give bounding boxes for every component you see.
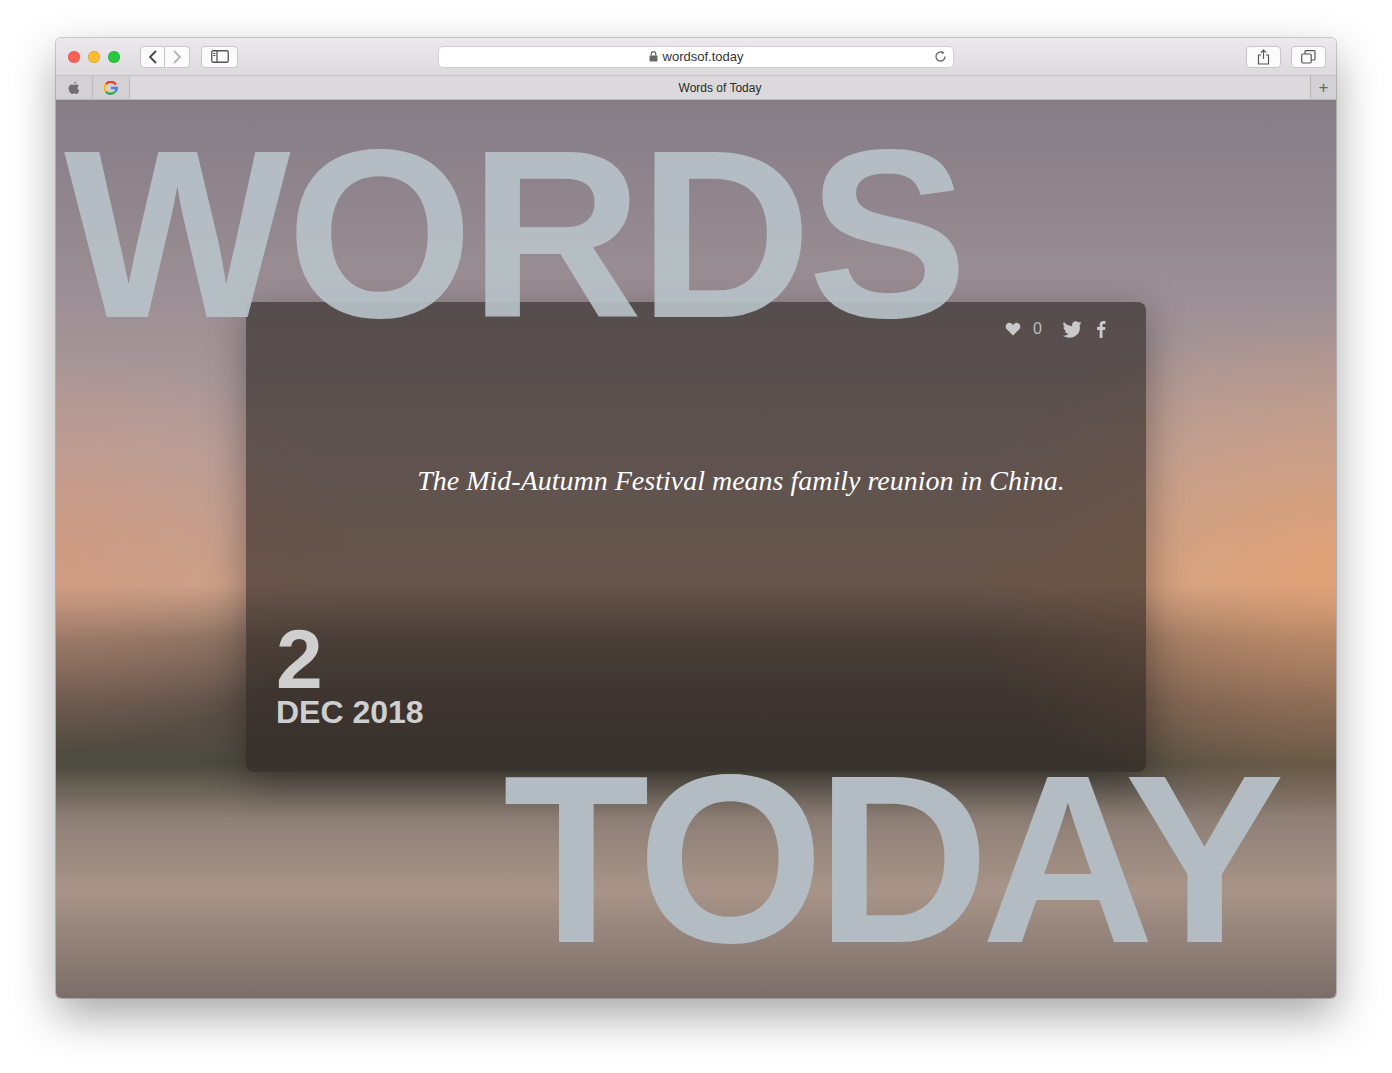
- card-actions: 0: [276, 318, 1106, 340]
- page-content: 0 The Mid-Autumn Festival means family re…: [56, 100, 1336, 998]
- sidebar-icon: [211, 50, 229, 63]
- zoom-button[interactable]: [108, 51, 120, 63]
- browser-window: wordsof.today Words of Today +0 The Mid-Aut…: [56, 38, 1336, 998]
- tab-label: Words of Today: [679, 81, 762, 95]
- tabs-icon: [1301, 50, 1316, 64]
- favorite-apple[interactable]: [56, 76, 93, 99]
- title-bar: wordsof.today: [56, 38, 1336, 76]
- address-bar[interactable]: wordsof.today: [438, 46, 954, 68]
- date-month-year: DEC 2018: [276, 695, 1106, 730]
- tab[interactable]: Words of Today: [130, 76, 1311, 99]
- forward-button[interactable]: [165, 46, 190, 68]
- new-tab-button[interactable]: +: [1311, 76, 1336, 99]
- screen: wordsof.today Words of Today +0 The Mid-Aut…: [0, 0, 1392, 1073]
- minimize-button[interactable]: [88, 51, 100, 63]
- url-text: wordsof.today: [663, 49, 744, 64]
- twitter-icon[interactable]: [1062, 321, 1082, 338]
- tab-overview-button[interactable]: [1291, 46, 1326, 68]
- close-button[interactable]: [68, 51, 80, 63]
- reload-icon[interactable]: [934, 50, 947, 63]
- apple-icon: [68, 81, 80, 95]
- quote-card: 0 The Mid-Autumn Festival means family re…: [246, 302, 1146, 772]
- lock-icon: [649, 51, 658, 62]
- heading-top: WORDS: [64, 114, 964, 354]
- date-day: 2: [276, 623, 1106, 695]
- like-count: 0: [1033, 320, 1042, 338]
- quote-text: The Mid-Autumn Festival means family reu…: [417, 465, 1065, 497]
- tab-bar: Words of Today +: [56, 76, 1336, 100]
- chevron-right-icon: [172, 50, 182, 64]
- heading-bottom: TODAY: [503, 739, 1277, 979]
- favorite-google[interactable]: [93, 76, 130, 99]
- back-button[interactable]: [140, 46, 165, 68]
- date: 2DEC 2018: [276, 623, 1106, 730]
- share-button[interactable]: [1246, 46, 1281, 68]
- chevron-left-icon: [148, 50, 158, 64]
- sidebar-button[interactable]: [201, 46, 238, 68]
- facebook-icon[interactable]: [1096, 320, 1106, 338]
- google-icon: [104, 81, 118, 95]
- heart-icon[interactable]: [1005, 322, 1021, 336]
- share-icon: [1257, 49, 1270, 65]
